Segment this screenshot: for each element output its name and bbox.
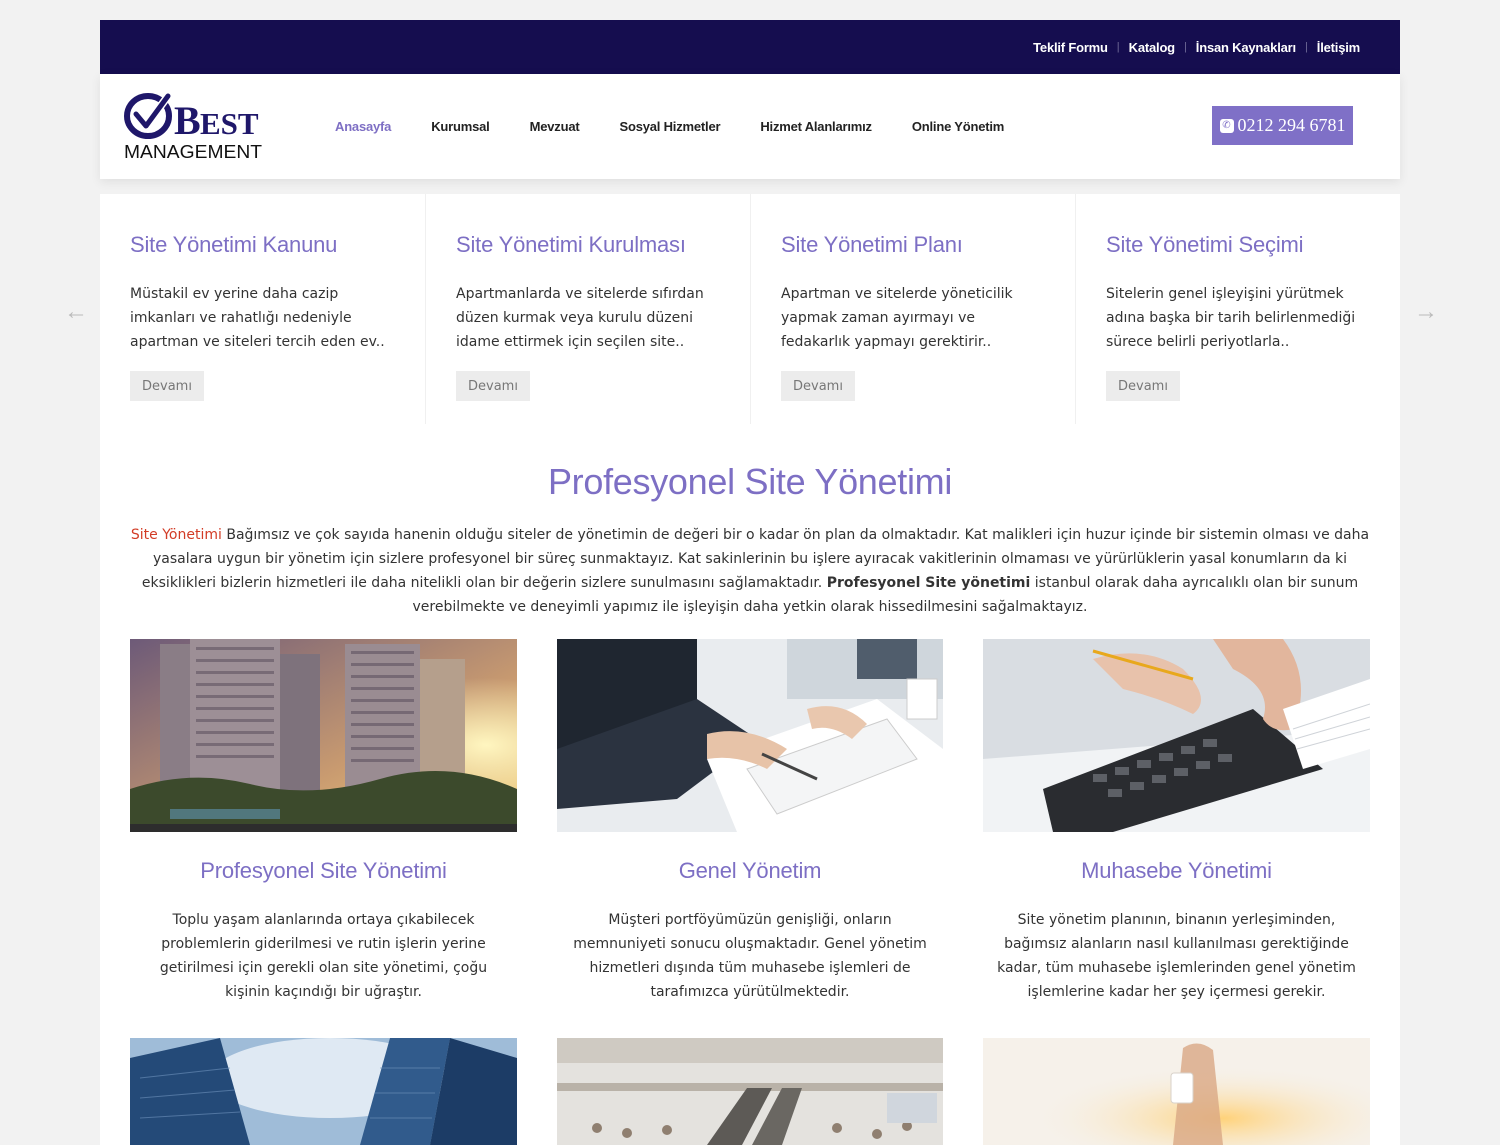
topbar-separator: | <box>1304 41 1308 53</box>
nav-item-mevzuat[interactable]: Mevzuat <box>530 119 580 134</box>
card-text: Müşteri portföyümüzün genişliği, onların… <box>573 912 927 1000</box>
phone-number: 0212 294 6781 <box>1237 115 1346 135</box>
business-meeting-image[interactable] <box>557 639 943 832</box>
slide-text: Müstakil ev yerine daha cazip imkanları … <box>130 286 385 350</box>
site-header: B EST MANAGEMENT Anasayfa Kurumsal Mevzu… <box>100 74 1400 179</box>
service-card: Genel Yönetim Müşteri portföyümüzün geni… <box>557 639 943 1004</box>
card-text: Toplu yaşam alanlarında ortaya çıkabilec… <box>159 912 488 1000</box>
card-title[interactable]: Profesyonel Site Yönetimi <box>130 858 517 884</box>
nav-item-anasayfa[interactable]: Anasayfa <box>335 119 391 134</box>
slide-item: Site Yönetimi Seçimi Sitelerin genel işl… <box>1075 194 1400 424</box>
phone-button[interactable]: ✆ 0212 294 6781 <box>1212 106 1353 145</box>
intro-paragraph: Site Yönetimi Bağımsız ve çok sayıda han… <box>130 523 1370 619</box>
calculator-image[interactable] <box>983 639 1370 832</box>
service-card <box>983 1038 1370 1145</box>
read-more-button[interactable]: Devamı <box>781 371 855 401</box>
card-text: Site yönetim planının, binanın yerleşimi… <box>997 912 1356 1000</box>
nav-item-hizmet-alanlarimiz[interactable]: Hizmet Alanlarımız <box>760 119 872 134</box>
business-person-image[interactable] <box>983 1038 1370 1145</box>
service-card: Profesyonel Site Yönetimi Toplu yaşam al… <box>130 639 517 1004</box>
service-card: Muhasebe Yönetimi Site yönetim planının,… <box>983 639 1370 1004</box>
nav-item-online-yonetim[interactable]: Online Yönetim <box>912 119 1005 134</box>
skyscraper-image[interactable] <box>130 1038 517 1145</box>
topbar-link-iletisim[interactable]: İletişim <box>1317 40 1360 55</box>
slide-item: Site Yönetimi Kanunu Müstakil ev yerine … <box>100 194 425 424</box>
card-title[interactable]: Genel Yönetim <box>557 858 943 884</box>
read-more-button[interactable]: Devamı <box>456 371 530 401</box>
slider-next-arrow-icon[interactable]: → <box>1414 298 1438 326</box>
read-more-button[interactable]: Devamı <box>130 371 204 401</box>
buildings-image[interactable] <box>130 639 517 832</box>
slide-title[interactable]: Site Yönetimi Kurulması <box>456 232 720 258</box>
slide-text: Apartmanlarda ve sitelerde sıfırdan düze… <box>456 286 704 350</box>
service-card <box>557 1038 943 1145</box>
logo[interactable]: B EST MANAGEMENT <box>124 92 269 162</box>
svg-text:MANAGEMENT: MANAGEMENT <box>124 142 262 162</box>
slide-title[interactable]: Site Yönetimi Kanunu <box>130 232 395 258</box>
page-wrapper: Teklif Formu | Katalog | İnsan Kaynaklar… <box>100 20 1400 1145</box>
topbar-separator: | <box>1116 41 1120 53</box>
slide-title[interactable]: Site Yönetimi Planı <box>781 232 1045 258</box>
slide-text: Apartman ve sitelerde yöneticilik yapmak… <box>781 286 1013 350</box>
topbar-separator: | <box>1183 41 1187 53</box>
logo-mark: B EST MANAGEMENT <box>124 92 262 162</box>
read-more-button[interactable]: Devamı <box>1106 371 1180 401</box>
nav-item-kurumsal[interactable]: Kurumsal <box>431 119 490 134</box>
main-nav: Anasayfa Kurumsal Mevzuat Sosyal Hizmetl… <box>335 74 1044 179</box>
svg-text:EST: EST <box>200 106 259 141</box>
topbar-link-insan-kaynaklari[interactable]: İnsan Kaynakları <box>1196 40 1296 55</box>
slide-item: Site Yönetimi Kurulması Apartmanlarda ve… <box>425 194 750 424</box>
intro-link[interactable]: Site Yönetimi <box>131 527 222 543</box>
slide-title[interactable]: Site Yönetimi Seçimi <box>1106 232 1370 258</box>
top-bar: Teklif Formu | Katalog | İnsan Kaynaklar… <box>100 20 1400 74</box>
news-slider: Site Yönetimi Kanunu Müstakil ev yerine … <box>100 194 1400 429</box>
topbar-link-katalog[interactable]: Katalog <box>1129 40 1175 55</box>
intro-bold-text: Profesyonel Site yönetimi <box>826 575 1031 591</box>
slide-text: Sitelerin genel işleyişini yürütmek adın… <box>1106 286 1356 350</box>
main-content: Profesyonel Site Yönetimi Site Yönetimi … <box>100 429 1400 1145</box>
svg-text:B: B <box>174 98 201 143</box>
service-card <box>130 1038 517 1145</box>
phone-icon: ✆ <box>1219 118 1234 133</box>
slider-prev-arrow-icon[interactable]: ← <box>64 298 88 326</box>
card-title[interactable]: Muhasebe Yönetimi <box>983 858 1370 884</box>
section-title: Profesyonel Site Yönetimi <box>547 461 953 502</box>
nav-item-sosyal-hizmetler[interactable]: Sosyal Hizmetler <box>619 119 720 134</box>
shopping-mall-image[interactable] <box>557 1038 943 1145</box>
slide-item: Site Yönetimi Planı Apartman ve sitelerd… <box>750 194 1075 424</box>
topbar-link-teklif[interactable]: Teklif Formu <box>1033 40 1108 55</box>
